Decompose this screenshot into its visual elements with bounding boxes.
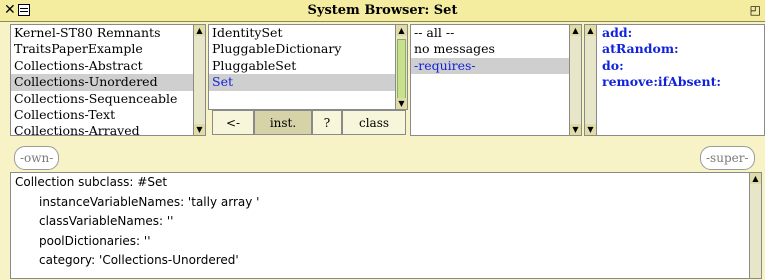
class-list[interactable]: IdentitySet PluggableDictionary Pluggabl… bbox=[208, 24, 408, 110]
system-browser-window: ✕ System Browser: Set ◰ Kernel-ST80 Remn… bbox=[0, 0, 765, 280]
category-item[interactable]: TraitsPaperExample bbox=[11, 41, 205, 57]
code-line: category: 'Collections-Unordered' bbox=[39, 253, 239, 267]
code-line: poolDictionaries: '' bbox=[39, 233, 151, 248]
class-item[interactable]: IdentitySet bbox=[209, 25, 407, 41]
collapse-icon[interactable]: ◰ bbox=[750, 3, 761, 17]
super-trait-button[interactable]: -super- bbox=[700, 146, 755, 170]
trait-bar bbox=[0, 140, 765, 170]
scroll-up-icon[interactable]: ▲ bbox=[750, 173, 761, 184]
category-item[interactable]: Collections-Arrayed bbox=[11, 123, 205, 135]
scroll-up-icon[interactable]: ▲ bbox=[570, 25, 581, 36]
help-button[interactable]: ? bbox=[312, 110, 342, 135]
category-item[interactable]: Collections-Sequenceable bbox=[11, 91, 205, 107]
scroll-thumb[interactable] bbox=[397, 39, 406, 99]
class-button[interactable]: class bbox=[342, 110, 406, 135]
category-item[interactable]: Kernel-ST80 Remnants bbox=[11, 25, 205, 41]
title-bar: ✕ System Browser: Set ◰ bbox=[0, 0, 765, 22]
scroll-down-icon[interactable]: ▼ bbox=[585, 124, 596, 135]
scroll-up-icon[interactable]: ▲ bbox=[396, 25, 407, 36]
category-item[interactable]: Collections-Abstract bbox=[11, 58, 205, 74]
scroll-up-icon[interactable]: ▲ bbox=[194, 25, 205, 36]
code-editor[interactable]: Collection subclass: #Set instanceVariab… bbox=[10, 172, 762, 279]
back-button[interactable]: <- bbox=[212, 110, 254, 135]
instance-button[interactable]: inst. bbox=[254, 110, 312, 135]
protocol-scrollbar[interactable]: ▲ ▼ bbox=[569, 25, 581, 135]
code-scrollbar[interactable]: ▲ bbox=[749, 173, 761, 278]
method-item[interactable]: do: bbox=[599, 58, 721, 74]
protocol-list[interactable]: -- all -- no messages -requires- ▲ ▼ bbox=[410, 24, 582, 136]
method-list[interactable]: ▲ ▼ add: atRandom: do: remove:ifAbsent: bbox=[584, 24, 765, 136]
method-item[interactable]: atRandom: bbox=[599, 41, 721, 57]
category-item[interactable]: Collections-Text bbox=[11, 107, 205, 123]
protocol-item-selected[interactable]: -requires- bbox=[411, 57, 581, 75]
scroll-down-icon[interactable]: ▼ bbox=[194, 124, 205, 135]
protocol-item[interactable]: -- all -- bbox=[411, 25, 581, 41]
class-side-switch: <- inst. ? class bbox=[212, 110, 406, 136]
class-item[interactable]: PluggableSet bbox=[209, 58, 407, 74]
class-item[interactable]: PluggableDictionary bbox=[209, 41, 407, 57]
code-line: Collection subclass: #Set bbox=[15, 175, 168, 189]
method-scrollbar[interactable]: ▲ ▼ bbox=[585, 25, 597, 135]
scroll-up-icon[interactable]: ▲ bbox=[585, 25, 596, 36]
class-item-selected[interactable]: Set bbox=[209, 74, 407, 91]
code-line: classVariableNames: '' bbox=[39, 214, 174, 228]
category-list[interactable]: Kernel-ST80 Remnants TraitsPaperExample … bbox=[10, 24, 206, 136]
category-scrollbar[interactable]: ▲ ▼ bbox=[193, 25, 205, 135]
method-item[interactable]: remove:ifAbsent: bbox=[599, 74, 721, 90]
scroll-down-icon[interactable]: ▼ bbox=[396, 98, 407, 109]
code-line: instanceVariableNames: 'tally array ' bbox=[39, 194, 260, 209]
scroll-down-icon[interactable]: ▼ bbox=[570, 124, 581, 135]
class-scrollbar[interactable]: ▲ ▼ bbox=[395, 25, 407, 109]
window-title: System Browser: Set bbox=[307, 3, 458, 18]
own-trait-button[interactable]: -own- bbox=[14, 146, 60, 170]
protocol-item[interactable]: no messages bbox=[411, 41, 581, 57]
method-item[interactable]: add: bbox=[599, 25, 721, 41]
category-item-selected[interactable]: Collections-Unordered bbox=[11, 74, 205, 91]
